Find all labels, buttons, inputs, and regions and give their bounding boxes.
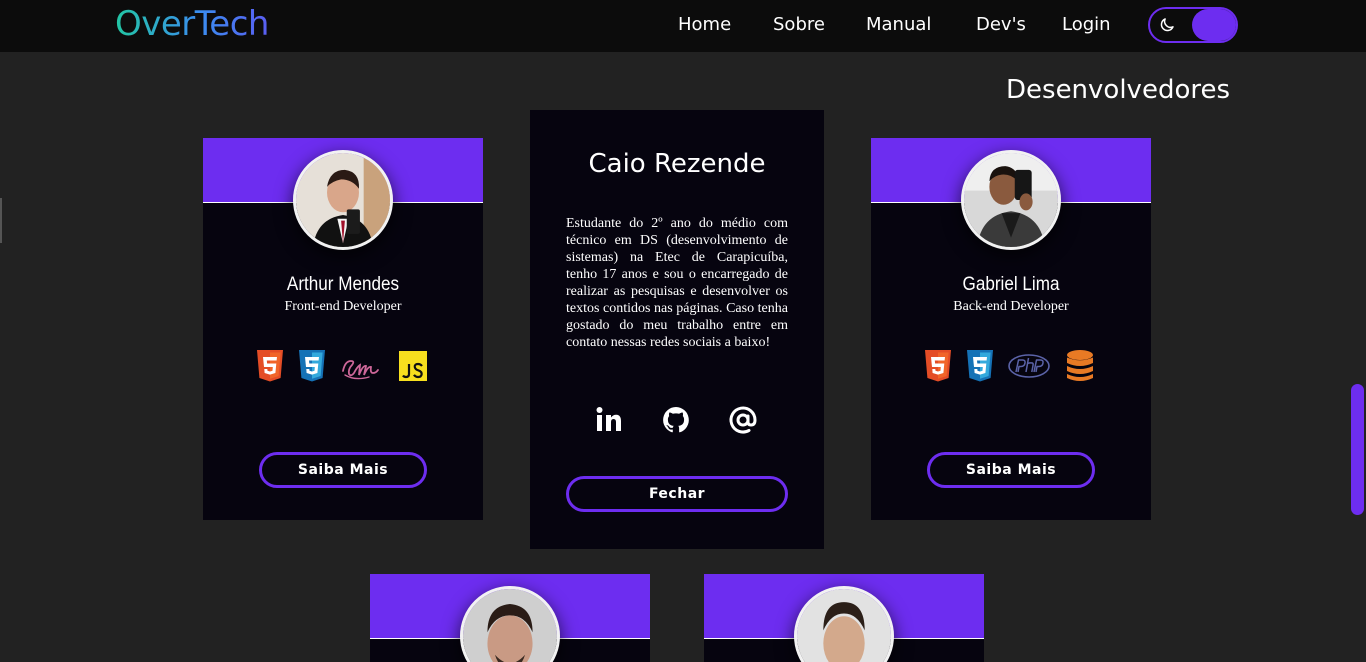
html5-icon xyxy=(257,350,283,382)
email-at-icon[interactable] xyxy=(728,405,758,435)
developer-card-caio-expanded: Caio Rezende Estudante do 2º ano do médi… xyxy=(530,110,824,549)
tech-icons xyxy=(871,349,1151,385)
developer-card-5 xyxy=(704,574,984,662)
avatar xyxy=(293,150,393,250)
javascript-icon xyxy=(399,351,427,381)
css3-icon xyxy=(967,350,993,382)
nav-link-home[interactable]: Home xyxy=(678,14,731,36)
saiba-mais-button[interactable]: Saiba Mais xyxy=(927,452,1095,488)
developer-card-gabriel: Gabriel Lima Back-end Developer Saiba Ma… xyxy=(871,138,1151,520)
scrollbar-thumb[interactable] xyxy=(1351,384,1364,515)
nav-link-login[interactable]: Login xyxy=(1062,14,1111,36)
nav-link-manual[interactable]: Manual xyxy=(866,14,931,36)
html5-icon xyxy=(925,350,951,382)
navbar: OverTech Home Sobre Manual Dev's Login xyxy=(0,0,1366,52)
database-icon xyxy=(1067,350,1093,381)
developer-card-4 xyxy=(370,574,650,662)
sass-icon xyxy=(342,360,379,380)
saiba-mais-button[interactable]: Saiba Mais xyxy=(259,452,427,488)
card-name: Caio Rezende xyxy=(588,149,766,179)
nav-link-sobre[interactable]: Sobre xyxy=(773,14,825,36)
nav-link-devs[interactable]: Dev's xyxy=(976,14,1026,36)
linkedin-icon[interactable] xyxy=(594,405,624,435)
theme-toggle[interactable] xyxy=(1148,7,1238,43)
developer-card-arthur: Arthur Mendes Front-end Developer Saiba … xyxy=(203,138,483,520)
toggle-knob xyxy=(1192,9,1236,41)
php-icon xyxy=(1008,354,1050,378)
card-bio: Estudante do 2º ano do médio com técnico… xyxy=(566,216,788,350)
css3-icon xyxy=(299,350,325,382)
card-role: Back-end Developer xyxy=(953,299,1069,314)
tech-icons xyxy=(203,349,483,385)
moon-icon xyxy=(1160,18,1174,32)
page-title: Desenvolvedores xyxy=(1006,75,1231,105)
card-role: Front-end Developer xyxy=(284,299,402,314)
logo[interactable]: OverTech xyxy=(115,4,269,44)
card-name: Arthur Mendes xyxy=(286,274,400,295)
fechar-button[interactable]: Fechar xyxy=(566,476,788,512)
github-icon[interactable] xyxy=(661,405,691,435)
edge-marker xyxy=(0,198,2,243)
avatar xyxy=(961,150,1061,250)
card-name: Gabriel Lima xyxy=(962,274,1060,295)
